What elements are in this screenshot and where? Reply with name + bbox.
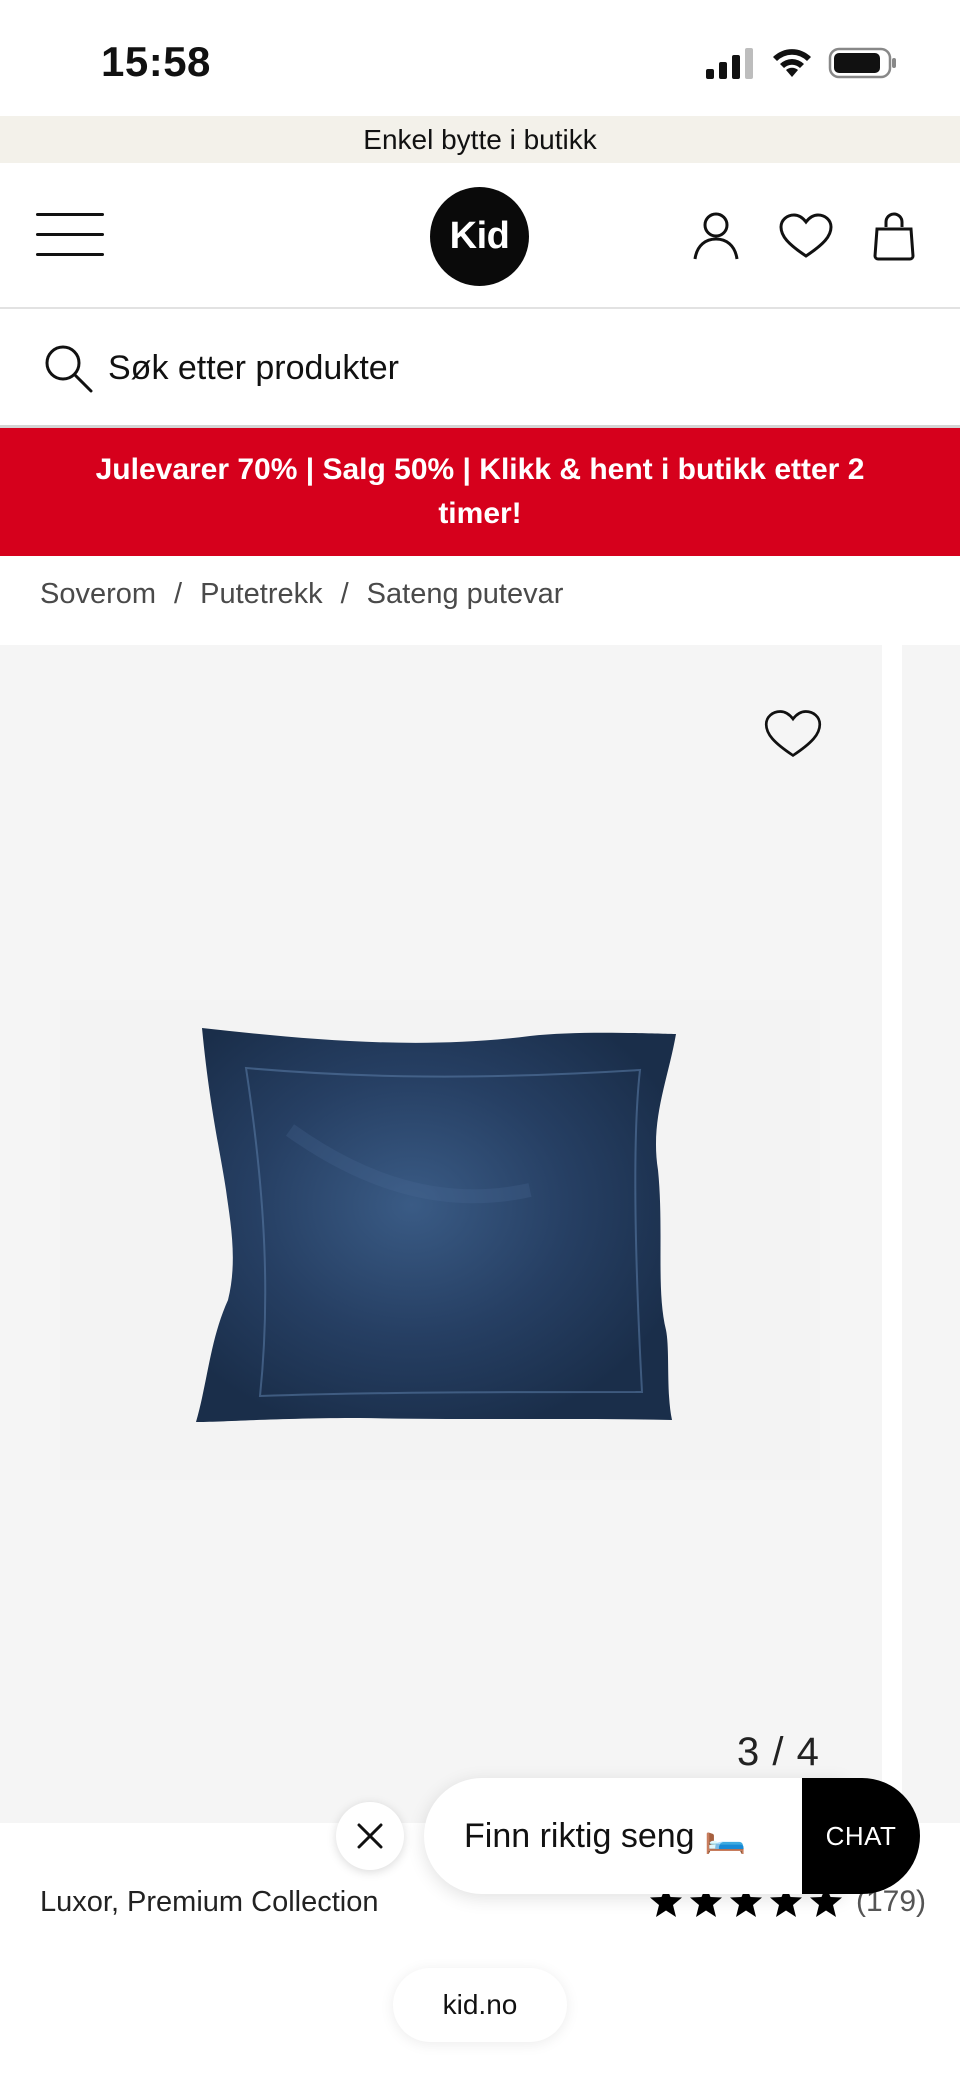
heart-icon	[764, 710, 822, 758]
breadcrumb-separator: /	[340, 578, 349, 610]
campaign-banner[interactable]: Julevarer 70% | Salg 50% | Klikk & hent …	[0, 428, 960, 556]
cart-button[interactable]	[872, 211, 916, 261]
status-bar: 15:58	[0, 0, 960, 116]
menu-icon-bar	[36, 233, 104, 236]
user-icon	[693, 212, 739, 260]
battery-icon	[828, 47, 896, 79]
browser-url-pill[interactable]: kid.no	[393, 1968, 567, 2042]
breadcrumb-item-current: Sateng putevar	[366, 578, 564, 610]
search-input[interactable]	[108, 348, 808, 388]
status-time: 15:58	[101, 38, 211, 85]
wishlist-button[interactable]	[778, 212, 834, 260]
bag-icon	[873, 212, 915, 261]
breadcrumb-item-soverom[interactable]: Soverom	[40, 578, 156, 611]
product-name[interactable]: Luxor, Premium Collection	[40, 1886, 378, 1919]
gallery-counter: 3 / 4	[737, 1730, 820, 1774]
menu-button[interactable]	[36, 213, 104, 257]
breadcrumb-item-putetrekk[interactable]: Putetrekk	[200, 578, 323, 611]
gallery-next-slide[interactable]	[902, 645, 960, 1823]
search-icon	[45, 345, 93, 393]
wifi-icon	[773, 49, 811, 77]
site-header: Kid	[0, 163, 960, 309]
search-bar	[0, 311, 960, 428]
account-button[interactable]	[692, 211, 740, 261]
breadcrumb: Soverom / Putetrekk / Sateng putevar	[40, 578, 563, 611]
close-icon	[357, 1823, 383, 1849]
status-icons	[704, 46, 898, 80]
chat-prompt[interactable]: Finn riktig seng 🛏️	[424, 1778, 844, 1894]
promo-strip: Enkel bytte i butikk	[0, 116, 960, 163]
product-image-pillowcase	[60, 1000, 820, 1480]
heart-icon	[779, 213, 833, 258]
product-wishlist-button[interactable]	[763, 708, 823, 760]
breadcrumb-separator: /	[174, 578, 183, 610]
header-actions	[692, 211, 916, 261]
menu-icon	[36, 213, 104, 216]
logo[interactable]: Kid	[430, 187, 529, 286]
chat-button[interactable]: CHAT	[802, 1778, 920, 1894]
chat-close-button[interactable]	[336, 1802, 404, 1870]
signal-icon	[706, 48, 753, 79]
menu-icon-bar	[36, 253, 104, 256]
